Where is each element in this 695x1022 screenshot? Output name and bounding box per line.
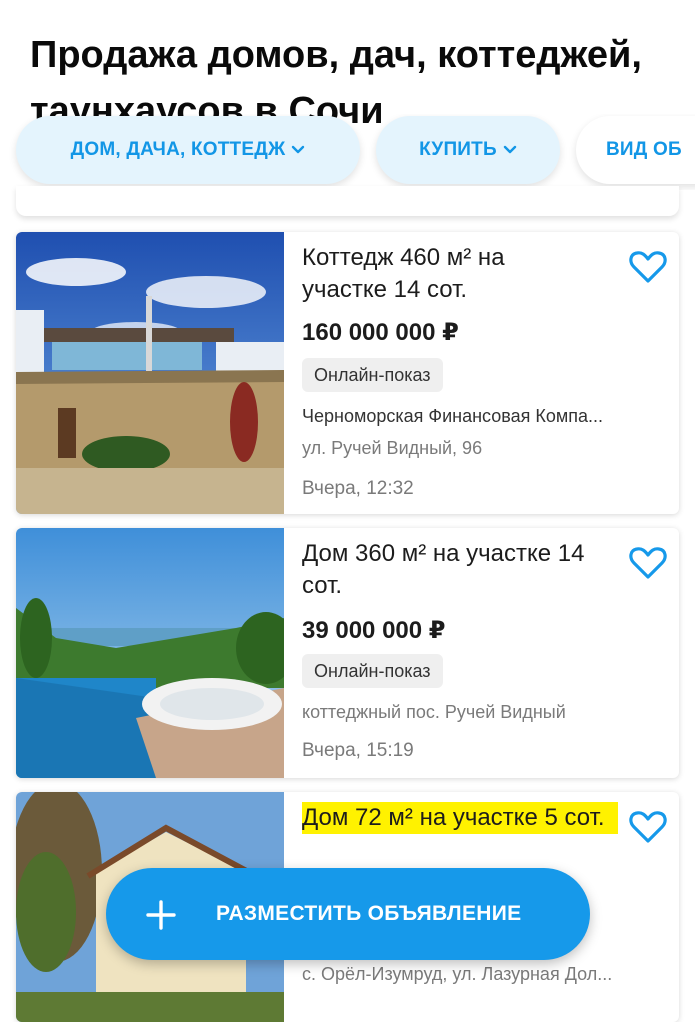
filter-property-type[interactable]: ДОМ, ДАЧА, КОТТЕДЖ [16, 116, 360, 184]
filter-deal-type[interactable]: КУПИТЬ [376, 116, 560, 184]
listing-date: Вчера, 12:32 [302, 478, 414, 499]
listing-address: с. Орёл-Изумруд, ул. Лазурная Дол... [302, 964, 613, 984]
heart-icon[interactable] [629, 546, 667, 580]
listing-address: коттеджный пос. Ручей Видный [302, 702, 566, 722]
chevron-down-icon [292, 145, 305, 154]
listing-card[interactable]: Коттедж 460 м² на участке 14 сот. 160 00… [16, 232, 679, 514]
plus-icon [146, 900, 176, 930]
listing-title[interactable]: Дом 72 м² на участке 5 сот. [302, 802, 618, 834]
heart-icon[interactable] [629, 250, 667, 284]
listing-price: 160 000 000 ₽ [302, 319, 459, 346]
post-ad-button[interactable]: РАЗМЕСТИТЬ ОБЪЯВЛЕНИЕ [106, 868, 590, 960]
listing-price: 39 000 000 ₽ [302, 617, 446, 644]
filter-deal-type-label: КУПИТЬ [419, 139, 497, 160]
post-ad-label: РАЗМЕСТИТЬ ОБЪЯВЛЕНИЕ [216, 902, 522, 925]
online-viewing-badge: Онлайн-показ [302, 654, 443, 688]
filter-object-type-label: ВИД ОБ [606, 139, 682, 160]
heart-icon[interactable] [629, 810, 667, 844]
listing-photo[interactable] [16, 232, 284, 514]
listing-title[interactable]: Коттедж 460 м² на участке 14 сот. [302, 242, 592, 306]
listing-title[interactable]: Дом 360 м² на участке 14 сот. [302, 538, 592, 602]
listing-seller: Черноморская Финансовая Компа... [302, 406, 603, 426]
filter-bar: ДОМ, ДАЧА, КОТТЕДЖ КУПИТЬ ВИД ОБ [0, 114, 695, 190]
listing-date: Вчера, 15:19 [302, 740, 414, 761]
listing-photo[interactable] [16, 528, 284, 778]
previous-card-edge [16, 186, 679, 216]
listing-card[interactable]: Дом 360 м² на участке 14 сот. 39 000 000… [16, 528, 679, 778]
filter-property-type-label: ДОМ, ДАЧА, КОТТЕДЖ [70, 139, 286, 160]
chevron-down-icon [503, 145, 517, 154]
listing-address: ул. Ручей Видный, 96 [302, 438, 483, 458]
listing-info: Коттедж 460 м² на участке 14 сот. 160 00… [302, 232, 679, 514]
online-viewing-badge: Онлайн-показ [302, 358, 443, 392]
filter-object-type[interactable]: ВИД ОБ [576, 116, 695, 184]
listing-info: Дом 360 м² на участке 14 сот. 39 000 000… [302, 528, 679, 778]
